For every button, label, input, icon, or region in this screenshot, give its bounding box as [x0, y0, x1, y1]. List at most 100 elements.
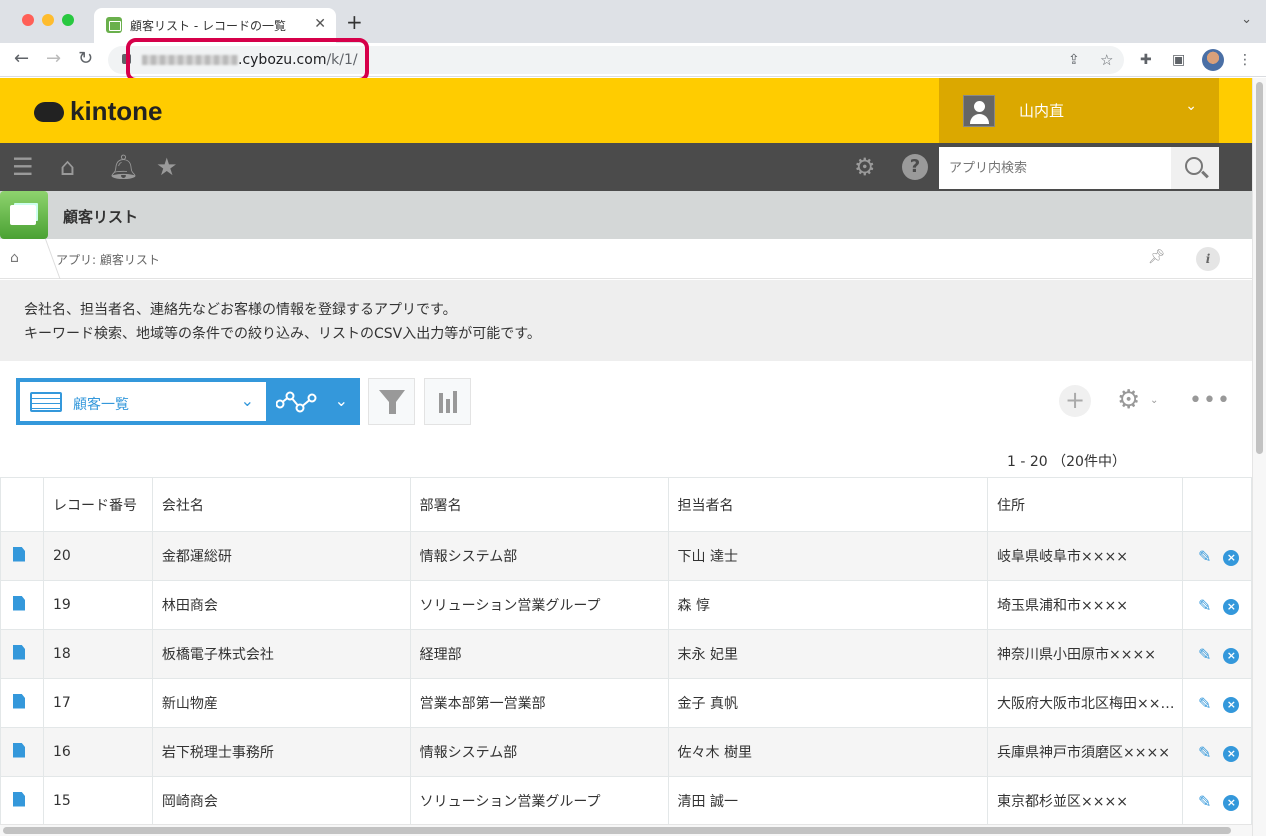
- cell-person: 清田 誠一: [667, 776, 989, 826]
- chevron-down-icon: ⌄: [240, 391, 254, 410]
- cell-person: 佐々木 樹里: [667, 727, 989, 777]
- vertical-scrollbar-thumb[interactable]: [1256, 82, 1263, 454]
- delete-x-icon[interactable]: ×: [1223, 745, 1240, 762]
- home-icon[interactable]: ⌂: [60, 153, 75, 181]
- horizontal-scrollbar[interactable]: [0, 824, 1252, 836]
- record-detail-icon[interactable]: [13, 693, 25, 709]
- star-icon[interactable]: ★: [156, 153, 178, 181]
- horizontal-scrollbar-thumb[interactable]: [3, 827, 1231, 834]
- column-header: [1182, 477, 1252, 532]
- bell-icon[interactable]: 🔔︎: [108, 153, 138, 181]
- record-detail-icon[interactable]: [13, 644, 25, 660]
- global-nav-bar: ☰ ⌂ 🔔︎ ★ ⚙ ?: [0, 143, 1252, 191]
- new-tab-plus-icon[interactable]: +: [346, 10, 363, 34]
- pencil-edit-icon[interactable]: ✎: [1198, 547, 1211, 566]
- table-row: 20 金都運総研 情報システム部 下山 達士 岐阜県岐阜市×××× ✎ ×: [0, 531, 1252, 581]
- minimize-window-button[interactable]: [42, 14, 54, 26]
- cell-record-number: 19: [42, 580, 153, 630]
- delete-x-icon[interactable]: ×: [1223, 549, 1240, 566]
- app-settings-gear-icon[interactable]: ⚙: [1117, 385, 1140, 415]
- pagination-count: 1 - 20 （20件中）: [1007, 454, 1126, 470]
- cell-person: 金子 真帆: [667, 678, 989, 728]
- side-panel-icon[interactable]: ▣: [1172, 52, 1185, 68]
- bar-chart-icon: [439, 391, 457, 413]
- table-row: 19 林田商会 ソリューション営業グループ 森 惇 埼玉県浦和市×××× ✎ ×: [0, 580, 1252, 630]
- share-icon[interactable]: ⇪: [1068, 52, 1080, 68]
- delete-x-icon[interactable]: ×: [1223, 696, 1240, 713]
- back-arrow-icon[interactable]: ←: [14, 48, 29, 69]
- more-options-icon[interactable]: •••: [1189, 388, 1231, 413]
- pencil-edit-icon[interactable]: ✎: [1198, 596, 1211, 615]
- bookmark-star-icon[interactable]: ☆: [1100, 51, 1113, 69]
- record-detail-icon[interactable]: [13, 546, 25, 562]
- column-header-department[interactable]: 部署名: [409, 477, 669, 532]
- table-header-row: レコード番号 会社名 部署名 担当者名 住所: [0, 477, 1252, 532]
- cell-department: 情報システム部: [409, 531, 669, 581]
- description-line-2: キーワード検索、地域等の条件での絞り込み、リストのCSV入出力等が可能です。: [24, 326, 541, 342]
- pencil-edit-icon[interactable]: ✎: [1198, 792, 1211, 811]
- column-header-address[interactable]: 住所: [987, 477, 1183, 532]
- help-icon[interactable]: ?: [902, 154, 928, 180]
- chevron-down-icon: ⌄: [334, 391, 348, 410]
- record-detail-icon[interactable]: [13, 791, 25, 807]
- app-title-bar: 顧客リスト: [0, 191, 1252, 239]
- cell-company: 新山物産: [151, 678, 411, 728]
- record-detail-icon[interactable]: [13, 742, 25, 758]
- column-header-person[interactable]: 担当者名: [667, 477, 989, 532]
- app-search-input[interactable]: [939, 147, 1171, 189]
- chevron-down-icon: ⌄: [1150, 395, 1159, 406]
- app-description: 会社名、担当者名、連絡先などお客様の情報を登録するアプリです。 キーワード検索、…: [0, 280, 1252, 361]
- pin-icon[interactable]: 📌︎: [1148, 249, 1166, 265]
- close-window-button[interactable]: [22, 14, 34, 26]
- maximize-window-button[interactable]: [62, 14, 74, 26]
- url-highlight-annotation: [126, 38, 369, 82]
- column-header: [0, 477, 44, 532]
- browser-tab-bar: 顧客リスト - レコードの一覧 ✕ + ⌄: [0, 0, 1266, 43]
- kintone-logo[interactable]: kintone: [34, 96, 162, 127]
- reload-icon[interactable]: ↻: [78, 48, 93, 69]
- forward-arrow-icon[interactable]: →: [46, 48, 61, 69]
- extensions-puzzle-icon[interactable]: ✚: [1140, 52, 1152, 68]
- cell-department: 経理部: [409, 629, 669, 679]
- pencil-edit-icon[interactable]: ✎: [1198, 694, 1211, 713]
- graph-selector-button[interactable]: ⌄: [268, 378, 360, 425]
- vertical-scrollbar[interactable]: [1252, 78, 1266, 836]
- browser-menu-icon[interactable]: ⋮: [1238, 52, 1252, 68]
- cell-person: 末永 妃里: [667, 629, 989, 679]
- breadcrumb: ⌂ アプリ: 顧客リスト 📌︎ i: [0, 239, 1252, 279]
- pencil-edit-icon[interactable]: ✎: [1198, 743, 1211, 762]
- filter-button[interactable]: [368, 378, 415, 425]
- table-row: 18 板橋電子株式会社 経理部 末永 妃里 神奈川県小田原市×××× ✎ ×: [0, 629, 1252, 679]
- description-line-1: 会社名、担当者名、連絡先などお客様の情報を登録するアプリです。: [24, 302, 457, 318]
- pencil-edit-icon[interactable]: ✎: [1198, 645, 1211, 664]
- cell-record-number: 15: [42, 776, 153, 826]
- view-selector[interactable]: 顧客一覧 ⌄: [16, 378, 268, 425]
- search-button[interactable]: [1171, 147, 1219, 189]
- gear-icon[interactable]: ⚙: [854, 153, 876, 181]
- records-table: レコード番号 会社名 部署名 担当者名 住所 20 金都運総研 情報システム部 …: [0, 477, 1252, 826]
- table-row: 16 岩下税理士事務所 情報システム部 佐々木 樹里 兵庫県神戸市須磨区××××…: [0, 727, 1252, 777]
- tab-search-chevron-icon[interactable]: ⌄: [1241, 12, 1252, 27]
- breadcrumb-app-link[interactable]: アプリ: 顧客リスト: [56, 251, 160, 268]
- app-title: 顧客リスト: [63, 208, 139, 226]
- delete-x-icon[interactable]: ×: [1223, 794, 1240, 811]
- record-detail-icon[interactable]: [13, 595, 25, 611]
- kintone-header: kintone 山内直 ⌄: [0, 78, 1252, 143]
- hamburger-menu-icon[interactable]: ☰: [12, 153, 34, 181]
- column-header-company[interactable]: 会社名: [151, 477, 411, 532]
- chevron-down-icon: ⌄: [1185, 98, 1197, 114]
- chart-button[interactable]: [424, 378, 471, 425]
- user-menu[interactable]: 山内直 ⌄: [939, 78, 1219, 143]
- delete-x-icon[interactable]: ×: [1223, 598, 1240, 615]
- cell-department: 営業本部第一営業部: [409, 678, 669, 728]
- delete-x-icon[interactable]: ×: [1223, 647, 1240, 664]
- column-header-record-number[interactable]: レコード番号: [42, 477, 153, 532]
- cell-company: 板橋電子株式会社: [151, 629, 411, 679]
- tab-close-icon[interactable]: ✕: [314, 16, 326, 32]
- kintone-cloud-icon: [34, 102, 64, 122]
- tab-title: 顧客リスト - レコードの一覧: [130, 19, 286, 33]
- profile-avatar[interactable]: [1202, 49, 1224, 71]
- breadcrumb-home-icon[interactable]: ⌂: [10, 250, 19, 266]
- add-record-button[interactable]: +: [1059, 385, 1091, 417]
- info-icon[interactable]: i: [1196, 247, 1220, 271]
